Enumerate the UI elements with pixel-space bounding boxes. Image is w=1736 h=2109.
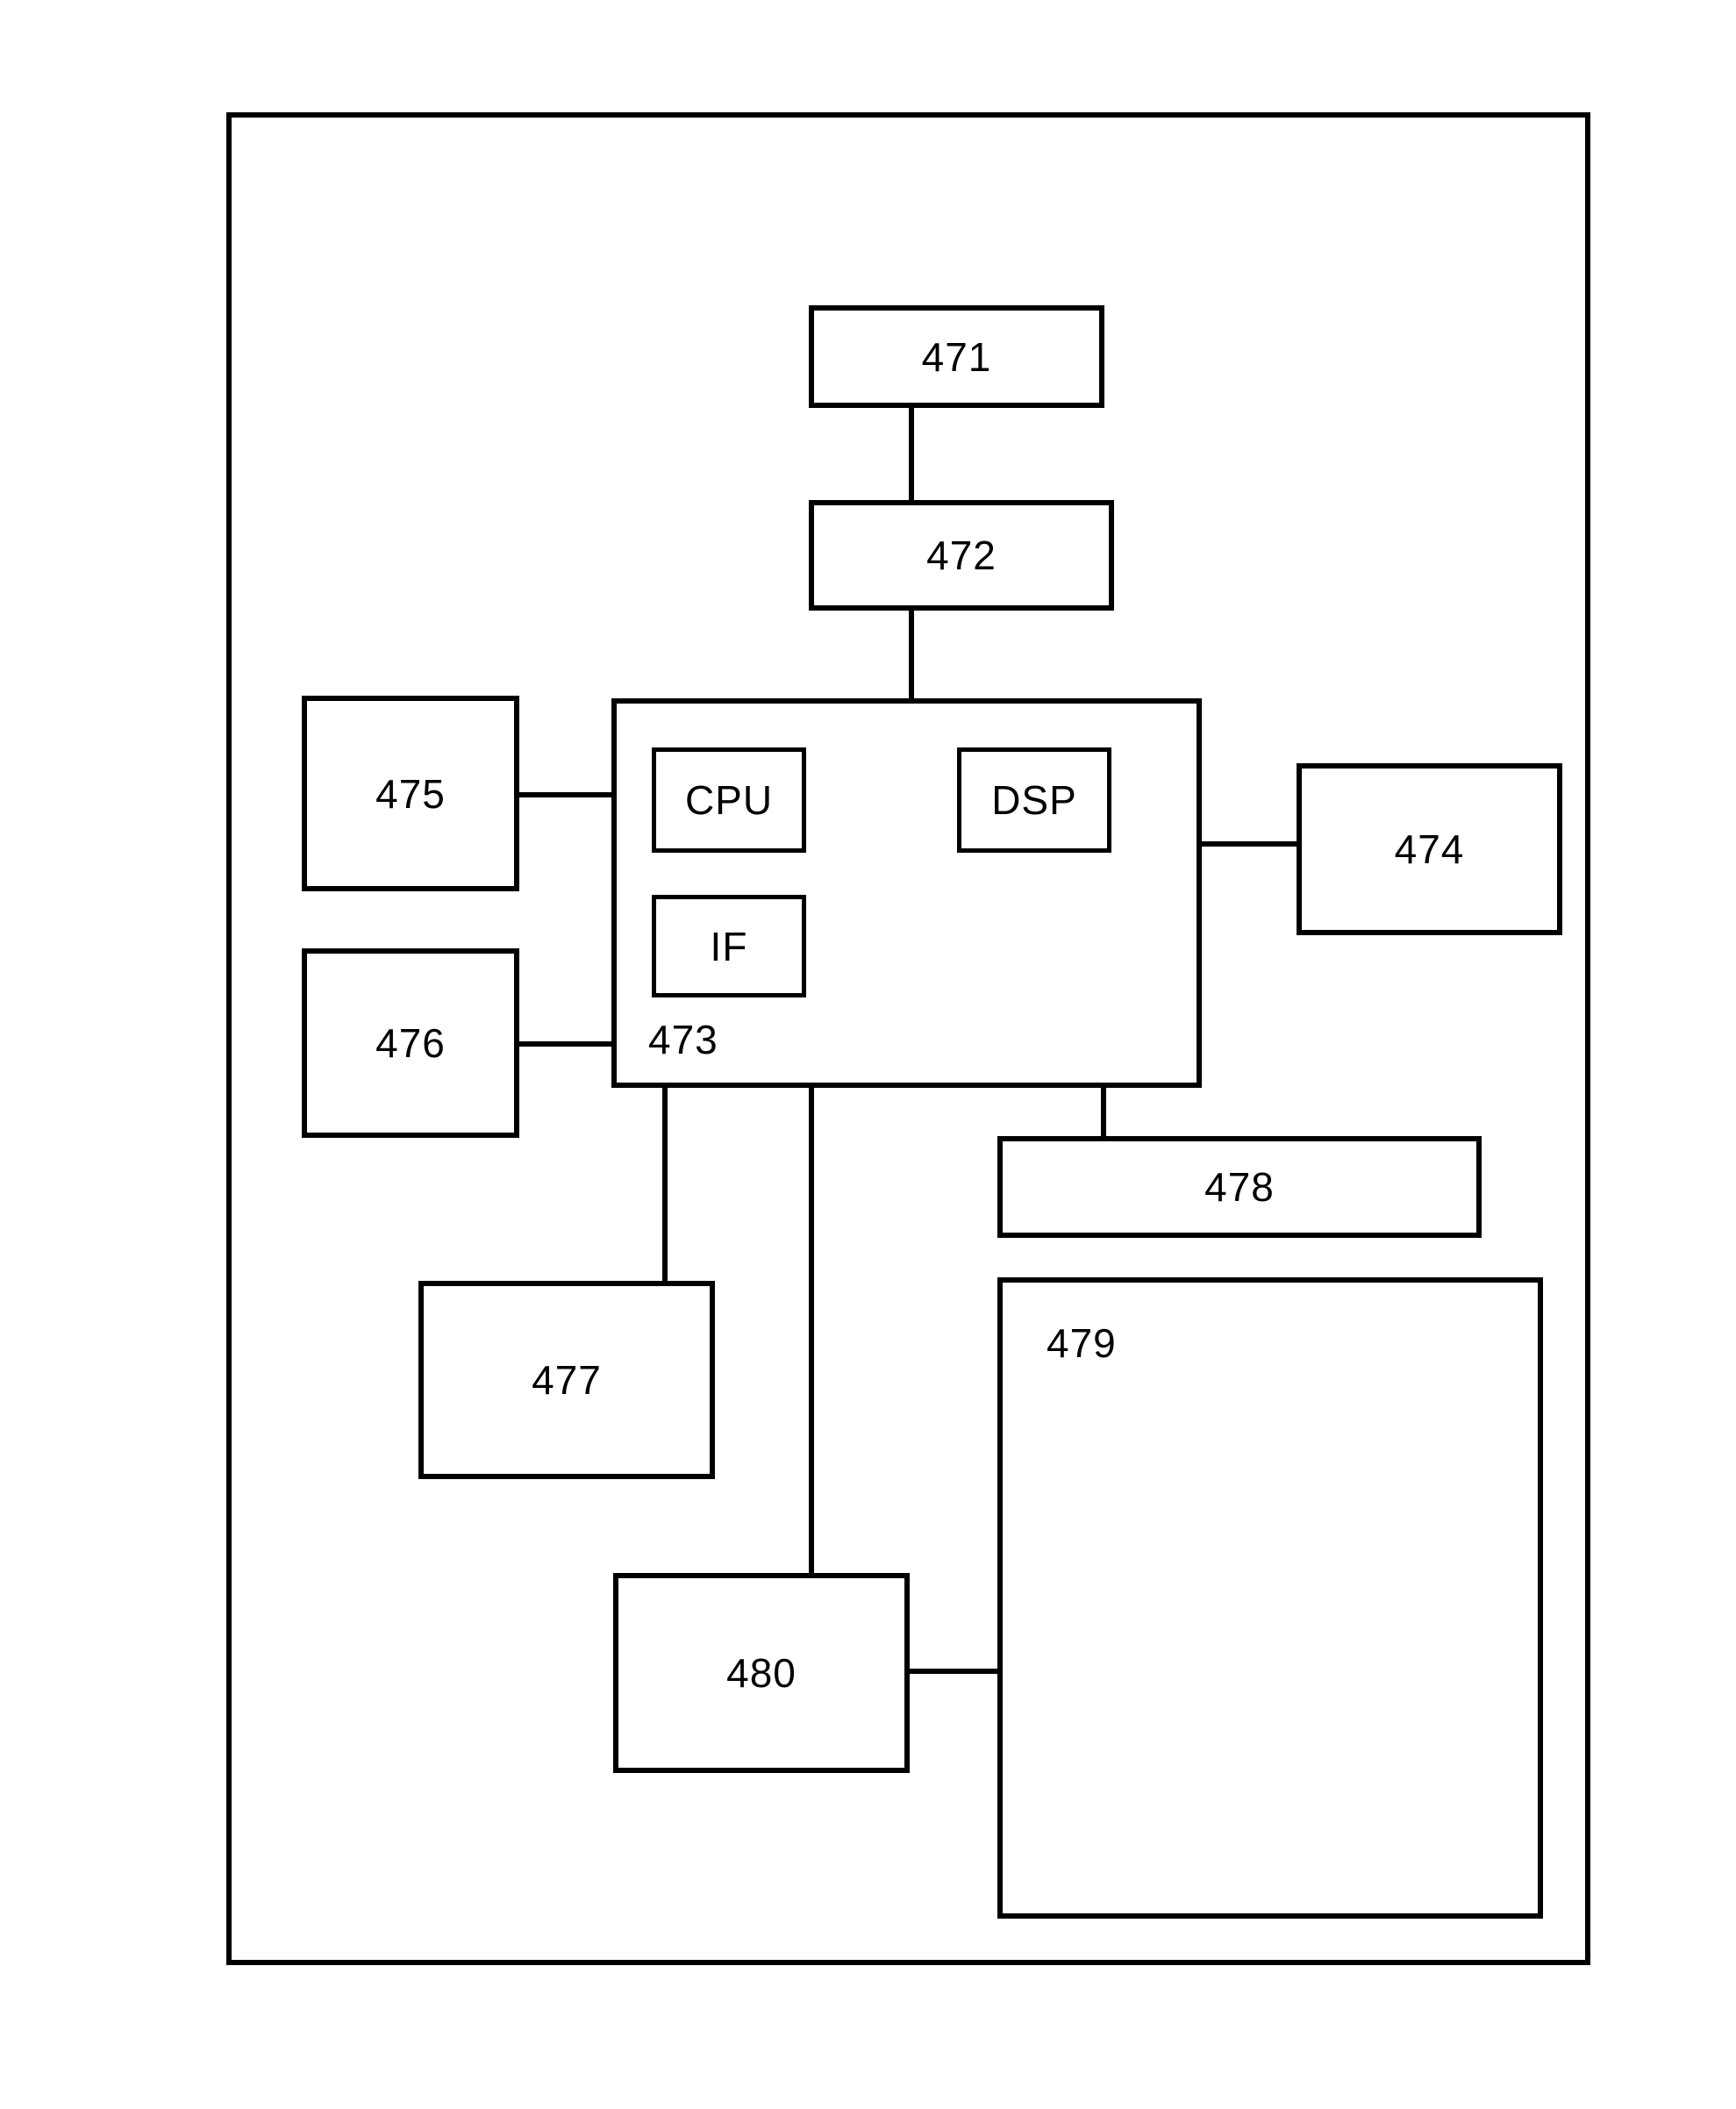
block-473[interactable]: CPU DSP IF 473 <box>611 698 1202 1088</box>
block-476-label: 476 <box>375 1020 446 1066</box>
connector-473-480 <box>809 1083 814 1578</box>
connector-476-473 <box>516 1041 614 1047</box>
block-479[interactable]: 479 <box>997 1277 1543 1919</box>
block-478-label: 478 <box>1204 1164 1275 1210</box>
connector-473-474 <box>1197 841 1300 847</box>
connector-472-473 <box>909 609 914 704</box>
block-471-label: 471 <box>921 333 992 380</box>
connector-473-477 <box>662 1083 668 1286</box>
block-471[interactable]: 471 <box>809 305 1104 408</box>
block-475-label: 475 <box>375 770 446 817</box>
connector-475-473 <box>516 792 614 797</box>
block-cpu[interactable]: CPU <box>652 747 806 853</box>
block-480-label: 480 <box>726 1650 797 1696</box>
block-474-label: 474 <box>1394 826 1465 872</box>
block-477[interactable]: 477 <box>418 1281 715 1479</box>
block-475[interactable]: 475 <box>302 696 519 891</box>
block-dsp-label: DSP <box>991 777 1077 823</box>
block-cpu-label: CPU <box>684 777 774 823</box>
block-478[interactable]: 478 <box>997 1136 1482 1238</box>
block-474[interactable]: 474 <box>1297 763 1562 935</box>
block-479-label: 479 <box>1047 1320 1117 1366</box>
connector-480-479 <box>906 1669 1003 1674</box>
block-if-label: IF <box>710 923 748 969</box>
block-476[interactable]: 476 <box>302 948 519 1138</box>
connector-473-478 <box>1101 1083 1106 1140</box>
block-472-label: 472 <box>926 533 997 578</box>
block-dsp[interactable]: DSP <box>957 747 1111 853</box>
block-472[interactable]: 472 <box>809 500 1114 611</box>
diagram-canvas: 471 472 CPU DSP IF 473 474 475 476 477 4… <box>0 0 1736 2109</box>
block-if[interactable]: IF <box>652 895 806 997</box>
block-480[interactable]: 480 <box>613 1573 910 1773</box>
block-477-label: 477 <box>532 1357 602 1403</box>
connector-471-472 <box>909 404 914 505</box>
block-473-label: 473 <box>648 1017 718 1062</box>
